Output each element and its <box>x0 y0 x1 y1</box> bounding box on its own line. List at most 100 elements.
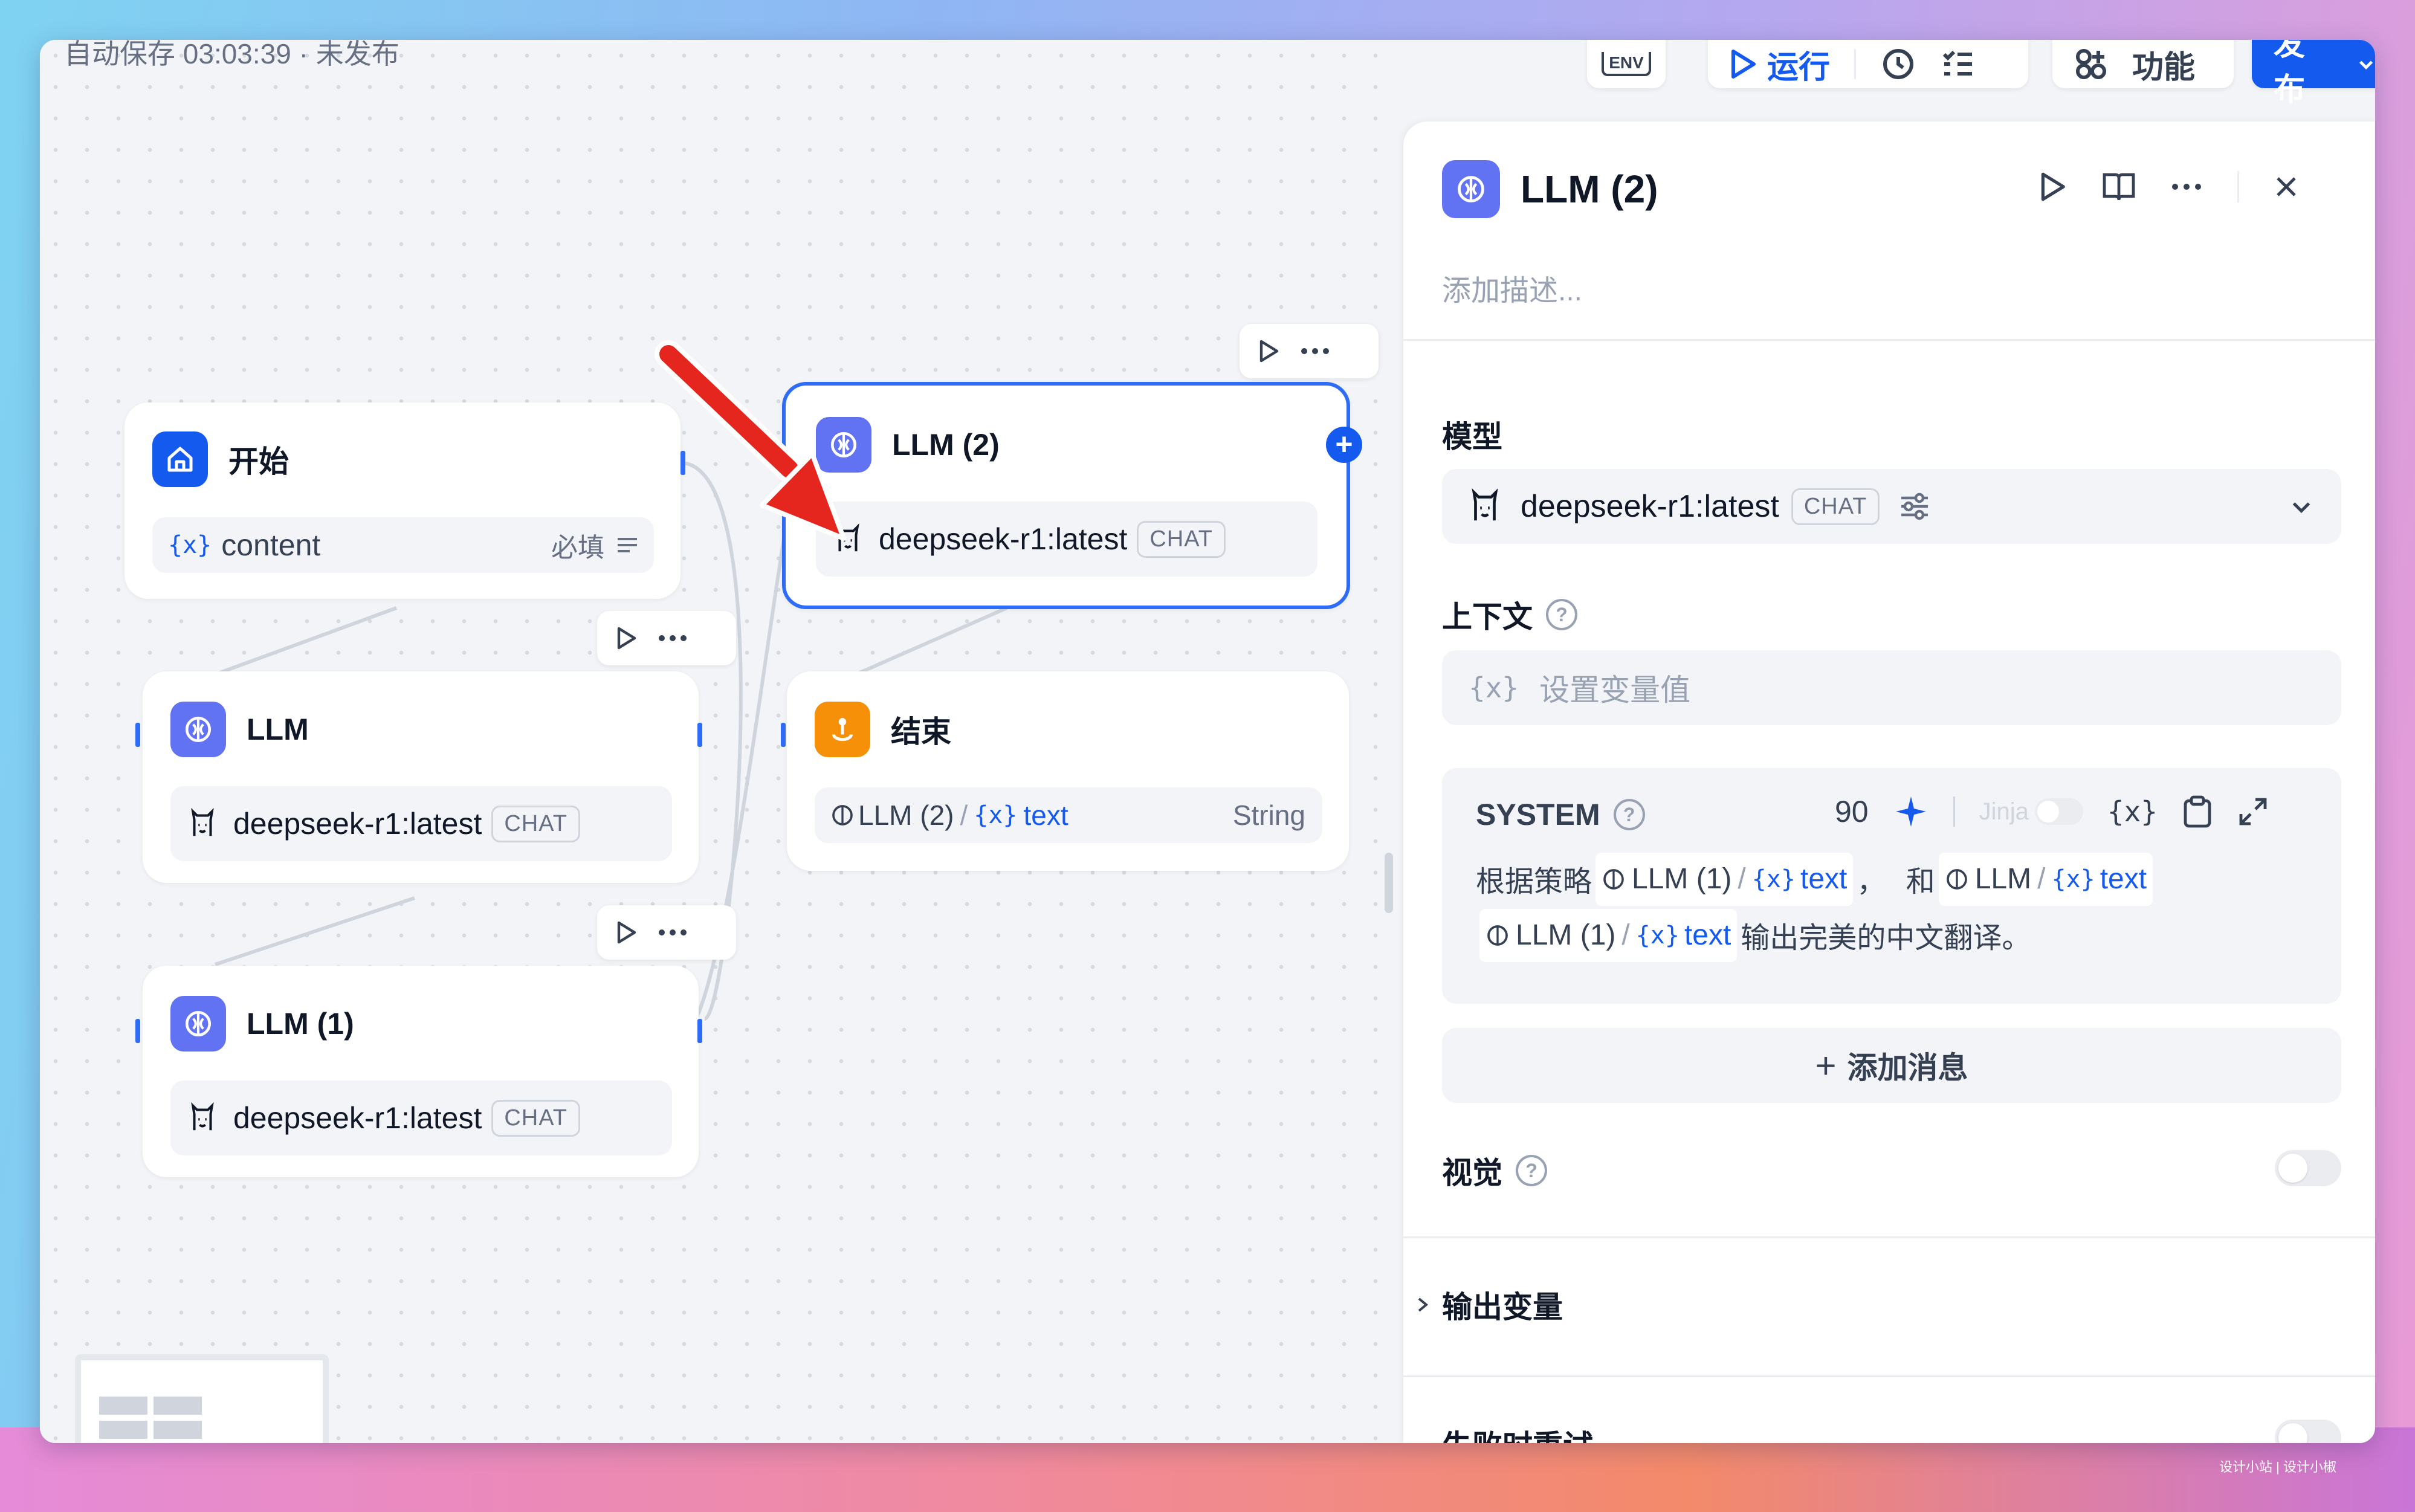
more-icon[interactable] <box>658 928 688 937</box>
help-icon[interactable]: ? <box>1546 599 1577 630</box>
features-label: 功能 <box>2132 50 2196 85</box>
add-message-button[interactable]: + 添加消息 <box>1442 1028 2341 1103</box>
variable-icon: {x} <box>974 801 1018 829</box>
context-variable-input[interactable]: {x} 设置变量值 <box>1442 650 2341 725</box>
settings-sliders-icon[interactable] <box>1898 489 1932 523</box>
plus-icon: + <box>1815 1045 1837 1086</box>
panel-title[interactable]: LLM (2) <box>1521 167 1658 212</box>
expand-icon[interactable] <box>2237 796 2269 827</box>
ref-node: LLM <box>1974 863 2032 895</box>
node-config-panel: LLM (2) 添加描述... 模型 deepseek-r1:latest CH… <box>1403 121 2375 1443</box>
variable-reference-chip: LLM / {x} text <box>1938 853 2153 906</box>
play-icon[interactable] <box>2038 171 2067 202</box>
output-variables-section[interactable]: 输出变量 <box>1418 1283 1563 1326</box>
variable-reference-chip: LLM (1) / {x} text <box>1595 853 1854 906</box>
minimap[interactable] <box>75 1354 329 1443</box>
llm-input-handle[interactable] <box>135 723 140 747</box>
env-button[interactable]: ENV <box>1587 40 1666 88</box>
prompt-text: 根据策略 <box>1476 866 1592 898</box>
divider <box>1403 1236 2375 1238</box>
more-icon[interactable] <box>658 634 688 642</box>
workflow-canvas[interactable]: 自动保存 03:03:39 · 未发布 ENV 运行 功能 发布 开始 {x} … <box>40 40 2375 1443</box>
llm1-node[interactable]: LLM (1) deepseek-r1:latest CHAT <box>143 966 699 1177</box>
llama-icon <box>191 807 214 836</box>
llm-node-actions <box>597 611 736 665</box>
llm1-node-title: LLM (1) <box>247 1007 354 1041</box>
chevron-down-icon <box>2359 60 2373 69</box>
retry-toggle[interactable] <box>2275 1420 2341 1443</box>
variable-icon: {x} <box>2051 865 2095 893</box>
run-toolbar: 运行 <box>1708 40 2028 88</box>
home-icon <box>152 431 208 487</box>
system-prompt-editor[interactable]: 根据策略 LLM (1) / {x} text， 和 LLM / {x} text LLM (1… <box>1476 853 2322 965</box>
model-selector[interactable]: deepseek-r1:latest CHAT <box>1442 469 2341 544</box>
retry-section-title: 失败时重试 <box>1442 1422 1593 1443</box>
play-icon[interactable] <box>615 626 637 650</box>
insert-variable-icon[interactable]: {x} <box>2107 795 2158 828</box>
jinja-toggle[interactable] <box>2034 798 2083 825</box>
token-count: 90 <box>1835 795 1869 829</box>
chat-badge: CHAT <box>491 1099 580 1137</box>
red-arrow-annotation <box>655 340 846 541</box>
model-name: deepseek-r1:latest <box>1521 489 1779 524</box>
end-node[interactable]: 结束 LLM (2) / {x} text String <box>787 671 1349 871</box>
end-node-title: 结束 <box>891 715 951 749</box>
vision-title-text: 视觉 <box>1442 1156 1502 1190</box>
vision-toggle[interactable] <box>2275 1150 2341 1186</box>
context-title-text: 上下文 <box>1442 600 1533 634</box>
run-button[interactable]: 运行 <box>1730 42 1830 87</box>
prompt-text: 和 <box>1906 866 1935 898</box>
output-title-text: 输出变量 <box>1442 1290 1563 1324</box>
checklist-icon[interactable] <box>1941 47 1974 81</box>
chat-badge: CHAT <box>1137 520 1226 558</box>
end-ref-var: text <box>1023 800 1068 831</box>
help-icon[interactable]: ? <box>1613 799 1645 830</box>
panel-resize-handle[interactable] <box>1385 853 1393 913</box>
publish-button[interactable]: 发布 <box>2252 40 2375 108</box>
llm1-output-handle[interactable] <box>697 1019 702 1043</box>
play-icon[interactable] <box>1258 339 1279 363</box>
end-input-handle[interactable] <box>781 723 786 747</box>
llm-brain-icon <box>170 702 226 757</box>
features-button[interactable]: 功能 <box>2052 40 2234 88</box>
run-label: 运行 <box>1767 50 1831 85</box>
history-icon[interactable] <box>1880 46 1916 82</box>
chat-badge: CHAT <box>1791 488 1880 525</box>
sparkle-icon[interactable] <box>1893 793 1929 830</box>
description-input[interactable]: 添加描述... <box>1442 267 1582 309</box>
ref-node: LLM (1) <box>1516 919 1616 951</box>
llm-node[interactable]: LLM deepseek-r1:latest CHAT <box>143 671 699 883</box>
close-icon[interactable] <box>2274 175 2298 199</box>
system-label: SYSTEM <box>1476 798 1600 832</box>
more-icon[interactable] <box>2171 183 2202 191</box>
llm-brain-icon <box>1487 925 1508 946</box>
play-icon[interactable] <box>615 920 637 945</box>
llm1-node-actions <box>597 905 736 960</box>
jinja-label: Jinja <box>1979 798 2029 825</box>
ref-var: text <box>2100 863 2147 895</box>
llm-brain-icon <box>170 996 226 1052</box>
start-node[interactable]: 开始 {x} content 必填 <box>124 402 681 599</box>
help-icon[interactable]: ? <box>1516 1155 1547 1186</box>
llama-icon <box>1472 488 1498 521</box>
publish-label: 发布 <box>2274 40 2306 108</box>
chevron-right-icon <box>1418 1297 1429 1312</box>
llama-icon <box>191 1102 214 1131</box>
llm2-node[interactable]: LLM (2) deepseek-r1:latest CHAT <box>782 382 1350 609</box>
llm1-input-handle[interactable] <box>135 1019 140 1043</box>
watermark: 设计小站 | 设计小椒 <box>2219 1459 2336 1475</box>
clipboard-icon[interactable] <box>2182 795 2213 829</box>
start-variable-row[interactable]: {x} content 必填 <box>152 517 654 573</box>
add-node-icon[interactable]: + <box>1326 427 1362 463</box>
ref-node: LLM (1) <box>1632 863 1732 895</box>
more-icon[interactable] <box>1300 347 1330 355</box>
divider <box>1403 339 2375 341</box>
start-variable-name: content <box>221 528 321 562</box>
book-icon[interactable] <box>2102 171 2136 202</box>
ref-var: text <box>1800 863 1848 895</box>
end-output-row: LLM (2) / {x} text String <box>815 787 1322 843</box>
env-icon: ENV <box>1602 52 1651 76</box>
llm-output-handle[interactable] <box>697 723 702 747</box>
variable-icon: {x} <box>1635 922 1680 949</box>
llm-node-title: LLM <box>247 712 309 746</box>
